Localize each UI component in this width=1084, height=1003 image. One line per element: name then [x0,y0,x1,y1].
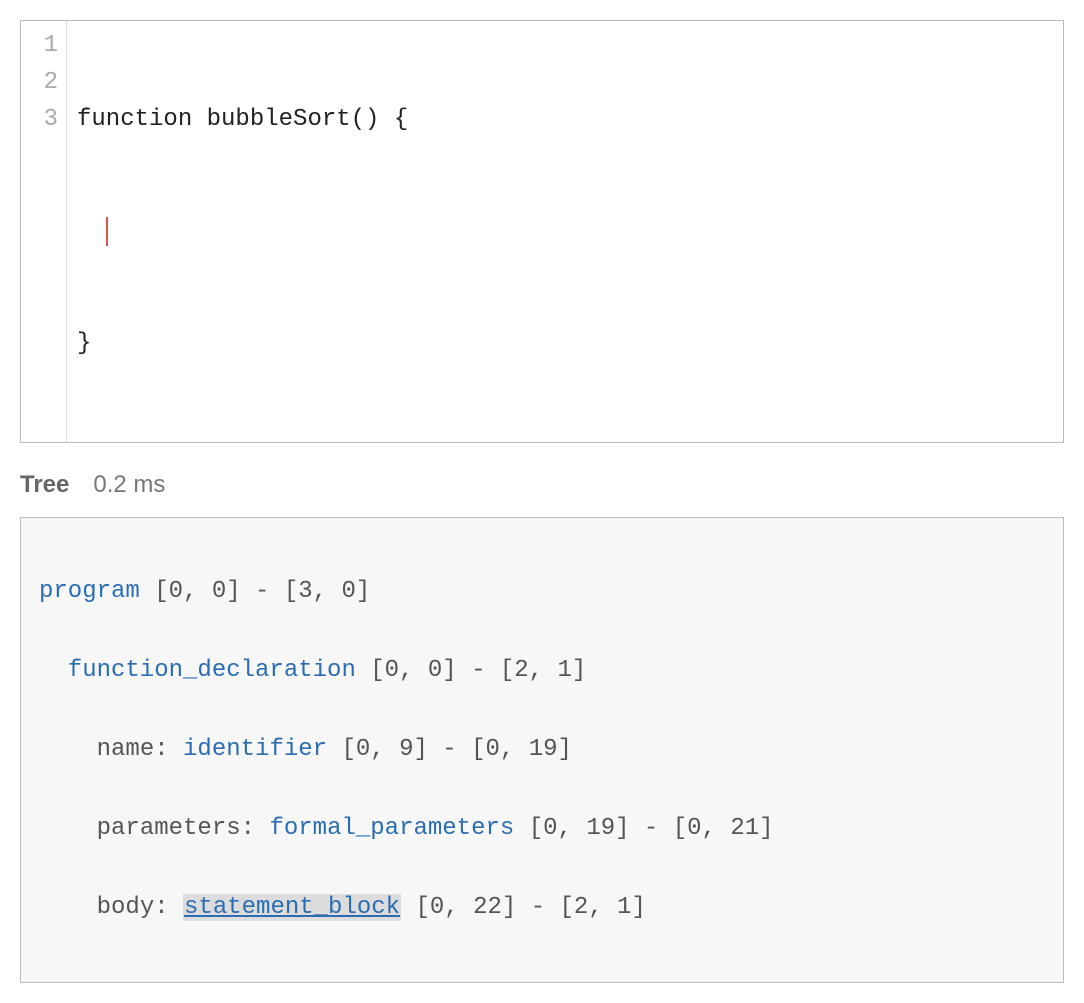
tree-node[interactable]: body: statement_block [0, 22] - [2, 1] [39,888,1045,928]
line-number: 3 [35,101,58,138]
line-number-gutter: 1 2 3 [21,21,67,442]
node-type[interactable]: formal_parameters [269,815,514,842]
tree-node[interactable]: parameters: formal_parameters [0, 19] - … [39,809,1045,849]
node-type[interactable]: function_declaration [68,657,356,684]
code-line: } [77,325,1053,362]
node-range: [0, 0] - [2, 1] [370,657,586,684]
node-type-selected[interactable]: statement_block [183,894,401,921]
tree-node[interactable]: function_declaration [0, 0] - [2, 1] [39,651,1045,691]
syntax-tree-panel: program [0, 0] - [3, 0] function_declara… [20,517,1064,983]
field-name: name: [97,736,169,763]
field-name: parameters: [97,815,255,842]
tree-header: Tree 0.2 ms [20,471,1064,499]
parse-timing: 0.2 ms [93,471,165,498]
line-number: 1 [35,27,58,64]
tree-node[interactable]: program [0, 0] - [3, 0] [39,572,1045,612]
indent [77,218,106,245]
code-line: function bubbleSort() { [77,101,1053,138]
field-name: body: [97,894,169,921]
node-type[interactable]: program [39,578,140,605]
code-editor[interactable]: 1 2 3 function bubbleSort() { } [20,20,1064,443]
code-area[interactable]: function bubbleSort() { } [67,21,1063,442]
node-range: [0, 19] - [0, 21] [529,815,774,842]
node-range: [0, 0] - [3, 0] [154,578,370,605]
line-number: 2 [35,64,58,101]
tree-label: Tree [20,471,69,498]
code-line [77,213,1053,250]
node-range: [0, 9] - [0, 19] [341,736,571,763]
cursor [106,217,109,246]
tree-node[interactable]: name: identifier [0, 9] - [0, 19] [39,730,1045,770]
node-type[interactable]: identifier [183,736,327,763]
node-range: [0, 22] - [2, 1] [415,894,645,921]
